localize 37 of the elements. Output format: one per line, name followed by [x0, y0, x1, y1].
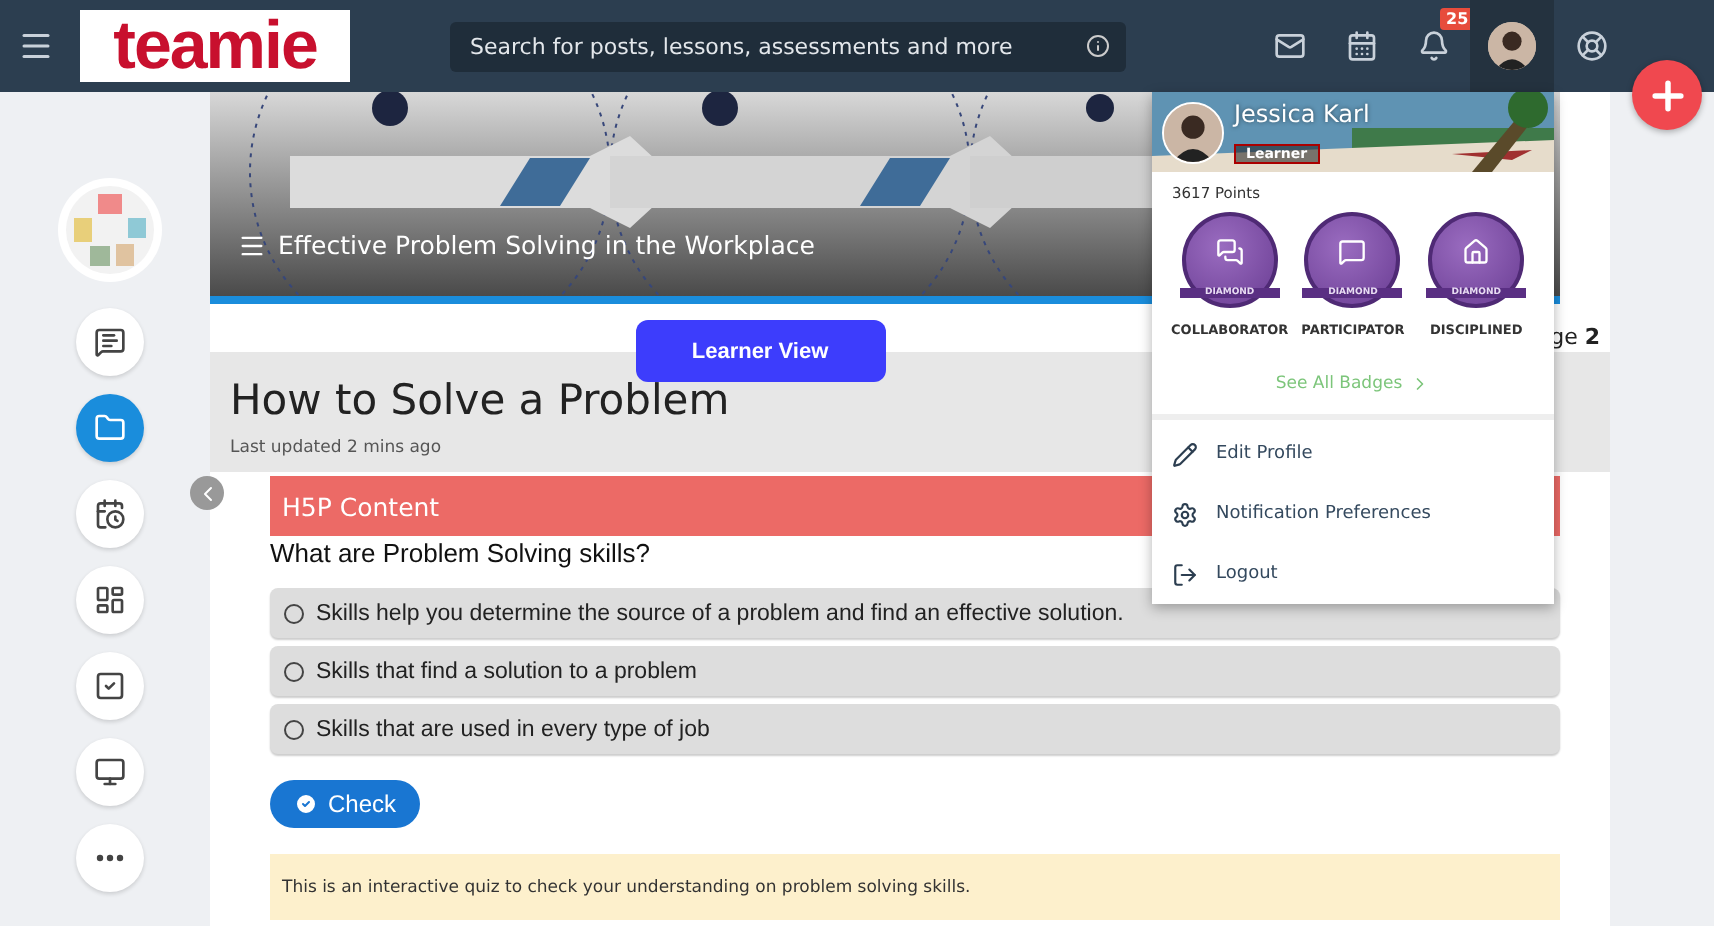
folder-icon: [93, 412, 125, 444]
lifebuoy-icon: [1576, 30, 1608, 62]
check-button[interactable]: Check: [270, 780, 421, 828]
dashboard-icon: [93, 584, 125, 616]
sidebar-item[interactable]: [75, 566, 143, 634]
answer-option[interactable]: Skills help you determine the source of a problem and find an effective solution.: [270, 588, 1560, 638]
profile-button[interactable]: [1470, 0, 1554, 92]
question: What are Problem Solving skills?: [270, 538, 653, 568]
checkbox-icon: [93, 670, 125, 702]
learner-view-button[interactable]: Learner View: [635, 320, 885, 382]
pencil-icon: [1172, 441, 1198, 467]
calendar-icon: [1346, 30, 1378, 62]
quiz-note: This is an interactive quiz to check your understanding on problem solving skills.: [270, 854, 1560, 920]
monitor-icon: [93, 756, 125, 788]
sidebar-item[interactable]: [75, 480, 143, 548]
sidebar-item[interactable]: [75, 308, 143, 376]
lesson-title: How to Solve a Problem: [230, 376, 730, 424]
settings-icon: [1172, 501, 1198, 527]
avatar: [1488, 22, 1536, 70]
check-icon: [294, 792, 318, 816]
chat-icon: [93, 326, 125, 358]
bell-icon: [1418, 30, 1450, 62]
answer-option[interactable]: Skills that are used in every type of job: [270, 704, 1560, 754]
search-field[interactable]: Search for posts, lessons, assessments and more: [450, 21, 1126, 71]
mail-icon: [1274, 30, 1306, 62]
sidebar-item[interactable]: [75, 652, 143, 720]
info-icon: [1086, 34, 1110, 58]
sidebar-item[interactable]: [75, 824, 143, 892]
sidebar-item[interactable]: [75, 738, 143, 806]
calendar-clock-icon: [93, 498, 125, 530]
more-icon: [95, 854, 123, 862]
collapse-button[interactable]: [190, 476, 224, 510]
logout-icon: [1172, 561, 1198, 587]
last-updated: Last updated 2 mins ago: [230, 438, 442, 458]
logo: teamie: [80, 10, 350, 82]
menu-icon: [18, 28, 54, 64]
answer-option[interactable]: Skills that find a solution to a problem: [270, 646, 1560, 696]
